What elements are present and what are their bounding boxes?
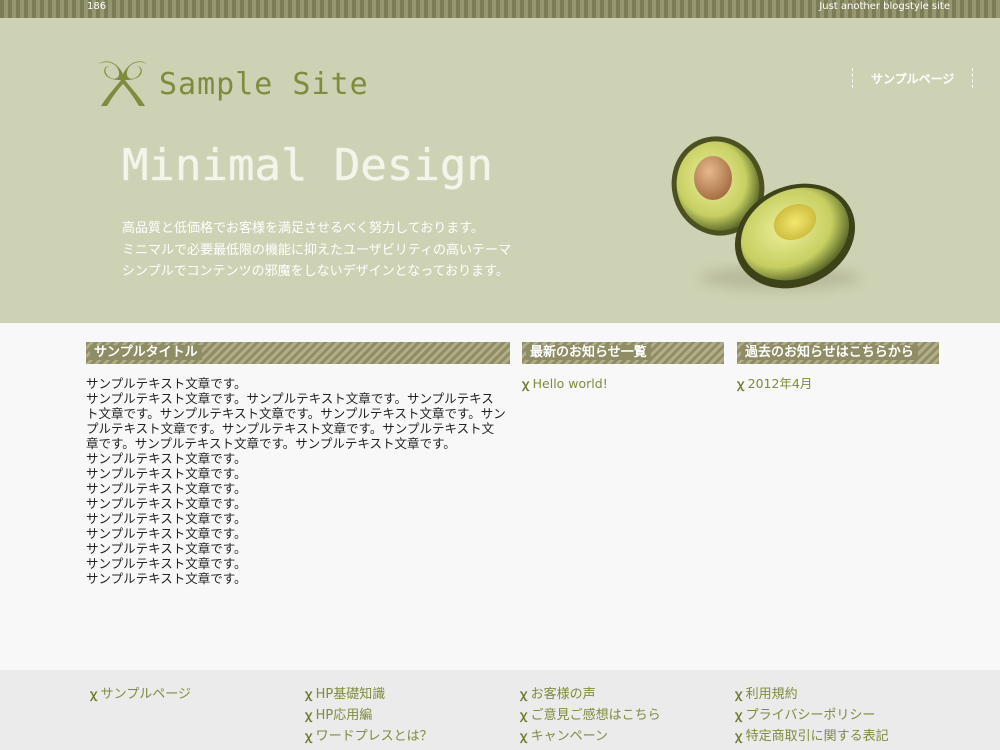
footer-link[interactable]: ꭓ キャンペーン [520, 728, 661, 749]
footer-link[interactable]: ꭓ ワードプレスとは？ [305, 728, 433, 749]
list-item[interactable]: ꭓ Hello world! [522, 376, 724, 392]
main-title: サンプルタイトル [86, 342, 510, 364]
news-widget: 最新のお知らせ一覧 ꭓ Hello world! [522, 342, 724, 392]
hero-copy: 高品質と低価格でお客様を満足させるべく努力しております。 ミニマルで必要最低限の… [122, 218, 511, 283]
site-footer: ꭓ サンプルページ ꭓ HP基礎知識 ꭓ HP応用編 ꭓ ワードプレスとは？ ꭓ お客様の… [0, 670, 1000, 750]
archive-title: 過去のお知らせはこちらから [737, 342, 939, 364]
leaf-icon: ꭓ [520, 729, 527, 743]
site-title: Sample Site [159, 66, 369, 102]
footer-col-1: ꭓ サンプルページ [90, 686, 191, 707]
nav-item-sample-page[interactable]: サンプルページ [871, 70, 954, 87]
text-line: サンプルテキスト文章です。 [86, 376, 247, 391]
news-title: 最新のお知らせ一覧 [522, 342, 724, 364]
hero-line: 高品質と低価格でお客様を満足させるべく努力しております。 [122, 221, 484, 236]
text-line: サンプルテキスト文章です。 [86, 556, 247, 571]
leaf-icon: ꭓ [90, 687, 97, 701]
top-strip: 186 Just another blogstyle site [0, 0, 1000, 18]
news-list: ꭓ Hello world! [522, 376, 724, 392]
leaf-icon: ꭓ [305, 687, 312, 701]
main-text: サンプルテキスト文章です。 サンプルテキスト文章です。サンプルテキスト文章です。… [86, 376, 506, 586]
news-link[interactable]: Hello world! [533, 376, 608, 391]
archive-list: ꭓ 2012年4月 [737, 376, 939, 392]
footer-link[interactable]: ꭓ 利用規約 [735, 686, 889, 707]
main-content: サンプルタイトル サンプルテキスト文章です。 サンプルテキスト文章です。サンプル… [86, 342, 510, 586]
leaf-icon: ꭓ [305, 729, 312, 743]
text-line: サンプルテキスト文章です。 [86, 511, 247, 526]
main-nav: サンプルページ [852, 68, 974, 88]
text-line: サンプルテキスト文章です。 [86, 526, 247, 541]
footer-link[interactable]: ꭓ お客様の声 [520, 686, 661, 707]
text-line: サンプルテキスト文章です。 [86, 481, 247, 496]
text-paragraph: サンプルテキスト文章です。サンプルテキスト文章です。サンプルテキスト文章です。サ… [86, 391, 506, 451]
archive-widget: 過去のお知らせはこちらから ꭓ 2012年4月 [737, 342, 939, 392]
leaf-icon: ꭓ [522, 377, 529, 391]
site-tagline: Just another blogstyle site [819, 1, 950, 12]
hero-line: シンプルでコンテンツの邪魔をしないデザインとなっております。 [122, 264, 509, 279]
footer-col-4: ꭓ 利用規約 ꭓ プライバシーポリシー ꭓ 特定商取引に関する表記 [735, 686, 889, 749]
header-zigzag-edge [0, 318, 1000, 330]
footer-link[interactable]: ꭓ 特定商取引に関する表記 [735, 728, 889, 749]
text-line: サンプルテキスト文章です。 [86, 571, 247, 586]
text-line: サンプルテキスト文章です。 [86, 451, 247, 466]
hero-line: ミニマルで必要最低限の機能に抑えたユーザビリティの高いテーマ [122, 242, 511, 258]
leaf-icon: ꭓ [735, 687, 742, 701]
ribbon-logo-icon [99, 61, 147, 106]
footer-col-3: ꭓ お客様の声 ꭓ ご意見ご感想はこちら ꭓ キャンペーン [520, 686, 661, 749]
site-header: Sample Site サンプルページ Minimal Design 高品質と低… [0, 18, 1000, 323]
text-line: サンプルテキスト文章です。 [86, 541, 247, 556]
footer-link[interactable]: ꭓ サンプルページ [90, 686, 191, 707]
leaf-icon: ꭓ [737, 377, 744, 391]
leaf-icon: ꭓ [735, 729, 742, 743]
leaf-icon: ꭓ [735, 708, 742, 722]
leaf-icon: ꭓ [520, 708, 527, 722]
footer-col-2: ꭓ HP基礎知識 ꭓ HP応用編 ꭓ ワードプレスとは？ [305, 686, 433, 749]
site-logo[interactable]: Sample Site [95, 58, 369, 110]
post-count: 186 [87, 1, 107, 12]
leaf-icon: ꭓ [305, 708, 312, 722]
leaf-icon: ꭓ [520, 687, 527, 701]
footer-link[interactable]: ꭓ ご意見ご感想はこちら [520, 707, 661, 728]
footer-link[interactable]: ꭓ プライバシーポリシー [735, 707, 889, 728]
footer-link[interactable]: ꭓ HP応用編 [305, 707, 433, 728]
hero-title: Minimal Design [122, 140, 493, 191]
footer-link[interactable]: ꭓ HP基礎知識 [305, 686, 433, 707]
text-line: サンプルテキスト文章です。 [86, 466, 247, 481]
text-line: サンプルテキスト文章です。 [86, 496, 247, 511]
archive-link[interactable]: 2012年4月 [748, 376, 813, 391]
avocado-image [671, 136, 860, 290]
list-item[interactable]: ꭓ 2012年4月 [737, 376, 939, 392]
